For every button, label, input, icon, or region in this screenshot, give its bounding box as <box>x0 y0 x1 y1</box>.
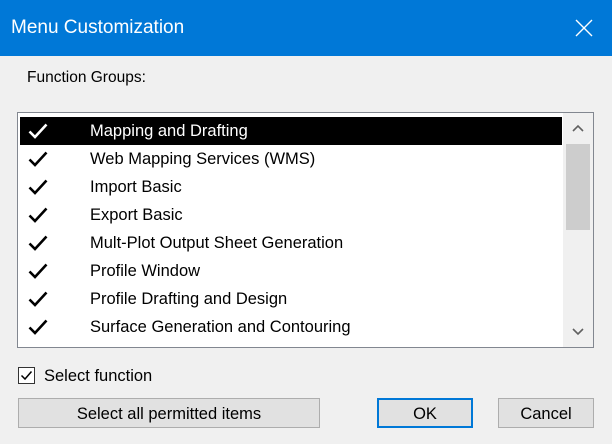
vertical-scrollbar[interactable] <box>563 113 593 347</box>
list-item-label: Mult-Plot Output Sheet Generation <box>90 234 344 252</box>
chevron-down-icon <box>572 328 584 336</box>
checkbox-box[interactable] <box>18 367 35 384</box>
check-icon <box>28 285 50 313</box>
chevron-up-icon <box>572 124 584 132</box>
scroll-up-button[interactable] <box>563 113 593 143</box>
cancel-button[interactable]: Cancel <box>498 398 594 428</box>
list-item-label: Profile Drafting and Design <box>90 290 288 308</box>
list-item-label: Web Mapping Services (WMS) <box>90 150 316 168</box>
list-item-label: Mapping and Drafting <box>90 122 248 140</box>
check-icon <box>28 145 50 173</box>
list-item-label: Surface Generation and Contouring <box>90 318 351 336</box>
list-item[interactable]: Export Basic <box>20 201 562 229</box>
list-item-label: Volume Calculations and Reporting <box>90 341 348 347</box>
ok-button[interactable]: OK <box>377 398 473 428</box>
list-item[interactable]: Import Basic <box>20 173 562 201</box>
list-item[interactable]: Web Mapping Services (WMS) <box>20 145 562 173</box>
check-icon <box>28 341 50 347</box>
function-groups-list[interactable]: Mapping and Drafting Web Mapping Services… <box>17 112 594 348</box>
list-item[interactable]: Surface Generation and Contouring <box>20 313 562 341</box>
list-item-label: Export Basic <box>90 206 183 224</box>
select-all-permitted-button[interactable]: Select all permitted items <box>18 398 320 428</box>
title-bar: Menu Customization <box>0 0 612 56</box>
check-icon <box>28 313 50 341</box>
list-item[interactable]: Mult-Plot Output Sheet Generation <box>20 229 562 257</box>
check-icon <box>28 229 50 257</box>
list-item[interactable]: Volume Calculations and Reporting <box>20 341 562 347</box>
scrollbar-thumb[interactable] <box>566 144 590 230</box>
list-item-label: Profile Window <box>90 262 201 280</box>
list-item[interactable]: Mapping and Drafting <box>20 117 562 145</box>
list-item[interactable]: Profile Drafting and Design <box>20 285 562 313</box>
check-icon <box>28 173 50 201</box>
close-button[interactable] <box>556 0 612 56</box>
list-item-label: Import Basic <box>90 178 182 196</box>
close-icon <box>575 19 593 37</box>
window-title: Menu Customization <box>11 17 185 38</box>
list-item[interactable]: Profile Window <box>20 257 562 285</box>
list-rows: Mapping and Drafting Web Mapping Services… <box>20 117 562 347</box>
check-icon <box>28 117 50 145</box>
check-icon <box>28 257 50 285</box>
scroll-down-button[interactable] <box>563 317 593 347</box>
select-function-label: Select function <box>44 367 153 385</box>
function-groups-label: Function Groups: <box>27 69 146 86</box>
check-icon <box>28 201 50 229</box>
checkmark-icon <box>20 371 33 381</box>
